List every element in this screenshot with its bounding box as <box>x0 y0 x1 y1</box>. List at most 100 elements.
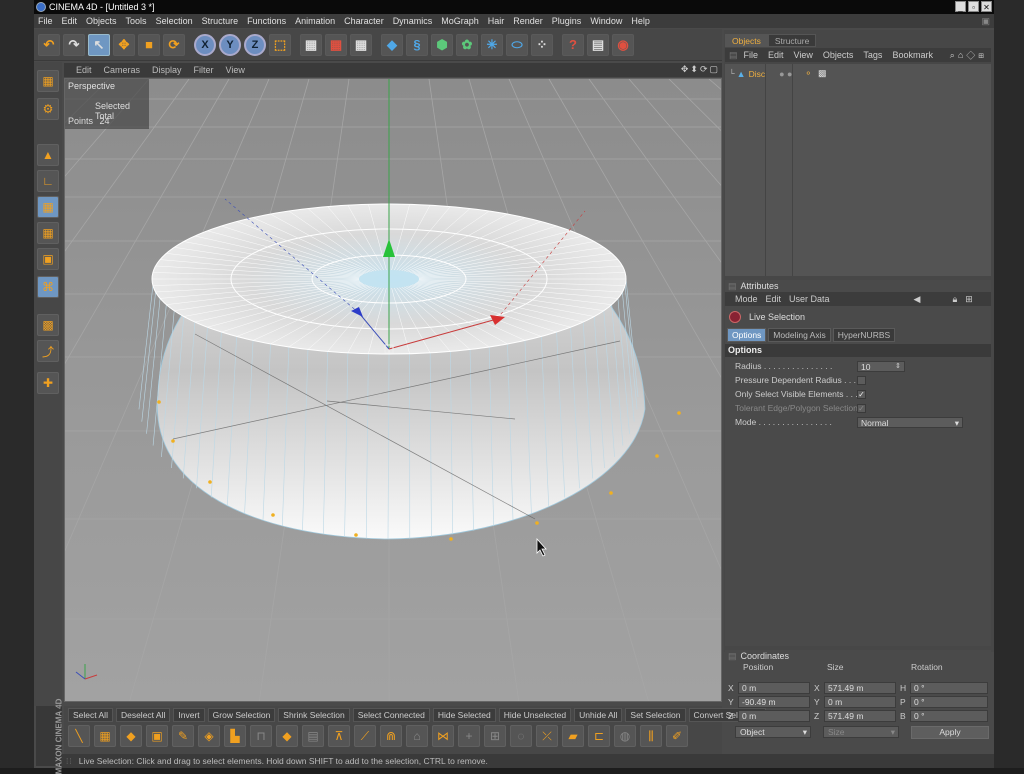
scale-icon[interactable]: ■ <box>138 34 160 56</box>
menu-plugins[interactable]: Plugins <box>552 16 582 26</box>
sculpt-icon[interactable]: ✚ <box>37 372 59 394</box>
brush-icon[interactable]: ✎ <box>172 725 194 747</box>
menu-structure[interactable]: Structure <box>202 16 239 26</box>
viewport-scene[interactable] <box>65 79 722 702</box>
deselect-all-button[interactable]: Deselect All <box>116 708 170 722</box>
polygons-tool-icon[interactable]: ▦ <box>37 222 59 244</box>
tab-structure[interactable]: Structure <box>768 34 817 47</box>
phong-tag-icon[interactable]: ⚬ <box>805 68 813 79</box>
render-picture-viewer-icon[interactable]: ▦ <box>325 34 347 56</box>
rotation-field-x[interactable]: 0 ° <box>910 682 988 694</box>
object-manager-search-icon[interactable]: ⌕⌂◇⊞ <box>950 50 987 61</box>
melt-icon[interactable]: ▰ <box>562 725 584 747</box>
render-settings-icon[interactable]: ▦ <box>350 34 372 56</box>
menu-tools[interactable]: Tools <box>126 16 147 26</box>
set-selection-button[interactable]: Set Selection <box>625 708 685 722</box>
points-tool-icon[interactable]: ∟ <box>37 170 59 192</box>
workplane-icon[interactable]: ⤴ <box>37 340 59 362</box>
menu-objects[interactable]: Objects <box>86 16 117 26</box>
object-row-disc[interactable]: └ ▲ Disc ● ● ⚬ ▩ <box>725 67 991 80</box>
model-tool-icon[interactable]: ⚙ <box>37 98 59 120</box>
lock-x-axis-button[interactable]: X <box>194 34 216 56</box>
menu-character[interactable]: Character <box>344 16 384 26</box>
3d-viewport[interactable] <box>64 78 722 702</box>
pressure-radius-checkbox[interactable] <box>857 376 866 385</box>
om-menu-file[interactable]: File <box>744 50 759 60</box>
tab-hypernurbs[interactable]: HyperNURBS <box>833 328 895 342</box>
arrange-icon[interactable]: ✐ <box>666 725 688 747</box>
visible-elements-checkbox[interactable]: ✓ <box>857 390 866 399</box>
weld-icon[interactable]: ⋈ <box>432 725 454 747</box>
checker-icon[interactable]: ▩ <box>37 314 59 336</box>
menu-mograph[interactable]: MoGraph <box>441 16 479 26</box>
menu-hair[interactable]: Hair <box>488 16 505 26</box>
rotation-field-z[interactable]: 0 ° <box>910 710 988 722</box>
mirror-icon[interactable]: ⌂ <box>406 725 428 747</box>
tab-options[interactable]: Options <box>727 328 766 342</box>
array-icon[interactable]: ✿ <box>456 34 478 56</box>
iron-icon[interactable]: ⤫ <box>536 725 558 747</box>
edges-tool-icon[interactable]: ▦ <box>37 196 59 218</box>
magnet-icon[interactable]: ◈ <box>198 725 220 747</box>
menu-window[interactable]: Window <box>590 16 622 26</box>
spline-icon[interactable]: § <box>406 34 428 56</box>
position-field-z[interactable]: 0 m <box>738 710 810 722</box>
help-icon[interactable]: ? <box>562 34 584 56</box>
viewport-menu-display[interactable]: Display <box>152 65 182 75</box>
menu-animation[interactable]: Animation <box>295 16 335 26</box>
position-field-y[interactable]: -90.49 m <box>738 696 810 708</box>
maximize-button[interactable]: ▫ <box>968 1 979 12</box>
viewport-menu-view[interactable]: View <box>226 65 245 75</box>
normal-rotate-icon[interactable]: ⋒ <box>380 725 402 747</box>
layout-icon[interactable]: ▦ <box>37 70 59 92</box>
menu-edit[interactable]: Edit <box>62 16 78 26</box>
lock-z-axis-button[interactable]: Z <box>244 34 266 56</box>
texture-tag-icon[interactable]: ▩ <box>818 68 827 79</box>
menu-selection[interactable]: Selection <box>156 16 193 26</box>
back-arrow-icon[interactable]: ◀ <box>914 294 921 305</box>
normal-scale-icon[interactable]: ⟋ <box>354 725 376 747</box>
cube-icon[interactable]: ◆ <box>381 34 403 56</box>
bridge-icon[interactable]: ▦ <box>94 725 116 747</box>
attr-menu-mode[interactable]: Mode <box>735 294 758 304</box>
extrude-icon[interactable]: ◆ <box>120 725 142 747</box>
menu-file[interactable]: File <box>38 16 53 26</box>
scene-icon[interactable]: ⬭ <box>506 34 528 56</box>
set-point-value-icon[interactable]: ⊞ <box>484 725 506 747</box>
rotate-icon[interactable]: ⟳ <box>163 34 185 56</box>
om-menu-bookmark[interactable]: Bookmark <box>892 50 933 60</box>
matrix-extrude-icon[interactable]: ▤ <box>302 725 324 747</box>
select-all-button[interactable]: Select All <box>68 708 113 722</box>
menu-functions[interactable]: Functions <box>247 16 286 26</box>
grow-selection-button[interactable]: Grow Selection <box>208 708 276 722</box>
lock-icon[interactable]: 🔒︎ <box>952 294 957 305</box>
minimize-button[interactable]: _ <box>955 1 966 12</box>
om-menu-objects[interactable]: Objects <box>823 50 854 60</box>
close-button[interactable]: ✕ <box>981 1 992 12</box>
viewport-navigation-icons[interactable]: ✥⬍⟳▢ <box>681 64 720 75</box>
visibility-dots-icon[interactable]: ● ● <box>779 69 792 79</box>
tab-modeling-axis[interactable]: Modeling Axis <box>768 328 830 342</box>
viewport-camera-label[interactable]: Perspective <box>68 81 115 91</box>
hide-unselected-button[interactable]: Hide Unselected <box>499 708 571 722</box>
tolerant-selection-checkbox[interactable]: ✓ <box>857 404 866 413</box>
normal-move-icon[interactable]: ⊼ <box>328 725 350 747</box>
om-menu-view[interactable]: View <box>794 50 813 60</box>
attr-menu-user-data[interactable]: User Data <box>789 294 830 304</box>
web-icon[interactable]: ◉ <box>612 34 634 56</box>
uvw-tool-icon[interactable]: ▣ <box>37 248 59 270</box>
position-field-x[interactable]: 0 m <box>738 682 810 694</box>
move-icon[interactable]: ✥ <box>113 34 135 56</box>
knife-icon[interactable]: ╲ <box>68 725 90 747</box>
restore-layout-icon[interactable]: ▣ <box>981 16 990 27</box>
select-connected-button[interactable]: Select Connected <box>353 708 430 722</box>
undo-icon[interactable]: ↶ <box>38 34 60 56</box>
particles-icon[interactable]: ⁘ <box>531 34 553 56</box>
coordinate-system-icon[interactable]: ⬚ <box>269 34 291 56</box>
unhide-all-button[interactable]: Unhide All <box>574 708 622 722</box>
optimize-icon[interactable]: ◍ <box>614 725 636 747</box>
tab-objects[interactable]: Objects <box>725 34 768 47</box>
rotation-field-y[interactable]: 0 ° <box>910 696 988 708</box>
object-list[interactable]: └ ▲ Disc ● ● ⚬ ▩ <box>725 64 991 276</box>
radius-stepper-icon[interactable]: ⇕ <box>895 362 901 370</box>
